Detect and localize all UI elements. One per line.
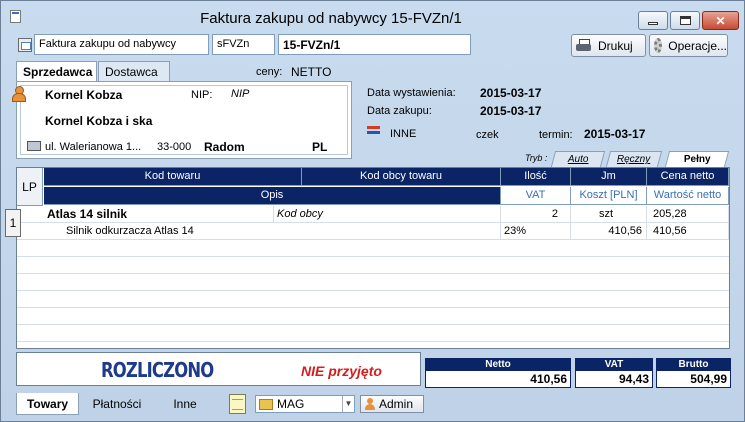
payment-method[interactable]: INNE <box>390 128 416 140</box>
grid-header-net-value[interactable]: Wartość netto <box>647 187 729 205</box>
maximize-button[interactable] <box>670 11 700 30</box>
notes-icon[interactable] <box>229 394 246 414</box>
payment-term-value[interactable]: 2015-03-17 <box>584 127 645 141</box>
seller-nip-value: NIP <box>231 88 250 100</box>
total-brutto: Brutto 504,99 <box>656 358 731 388</box>
table-row-detail[interactable]: Silnik odkurzacza Atlas 14 23% 410,56 41… <box>17 223 729 240</box>
document-type-field[interactable]: Faktura zakupu od nabywcy <box>34 34 209 55</box>
tab-seller[interactable]: Sprzedawca <box>16 61 97 82</box>
empty-row <box>17 308 729 325</box>
payment-flag-icon <box>367 126 380 136</box>
item-net-value: 410,56 <box>647 223 729 240</box>
minimize-icon <box>648 21 658 25</box>
window: Faktura zakupu od nabywcy 15-FVZn/1 ✕ Fa… <box>0 0 745 422</box>
item-quantity: 2 <box>501 206 571 223</box>
user-name: Admin <box>379 397 414 411</box>
empty-row <box>17 274 729 291</box>
purchase-date-label: Data zakupu: <box>367 105 432 117</box>
settled-stamp: ROZLICZONO <box>101 358 214 382</box>
total-brutto-value: 504,99 <box>690 372 727 386</box>
document-symbol-field[interactable]: sFVZn <box>212 34 275 55</box>
person-icon[interactable] <box>11 86 26 102</box>
seller-zip: 33-000 <box>157 141 192 153</box>
close-icon: ✕ <box>715 13 726 28</box>
chevron-down-icon[interactable]: ▼ <box>342 396 354 412</box>
item-unit: szt <box>571 206 647 223</box>
tab-payments[interactable]: Płatności <box>87 393 147 415</box>
issue-date-value[interactable]: 2015-03-17 <box>480 86 541 100</box>
tab-mode-auto[interactable]: Auto <box>550 151 606 167</box>
grid-header-foreign-code[interactable]: Kod obcy towaru <box>302 168 501 186</box>
seller-country: PL <box>312 140 328 154</box>
empty-row <box>17 257 729 274</box>
total-vat: VAT 94,43 <box>575 358 653 388</box>
item-vat: 23% <box>501 223 571 240</box>
print-button[interactable]: Drukuj <box>571 34 646 57</box>
operations-button-label: Operacje... <box>668 38 727 53</box>
seller-full-name: Kornel Kobza i ska <box>45 114 153 128</box>
grid-header-description[interactable]: Opis <box>44 187 501 205</box>
total-brutto-label: Brutto <box>657 359 730 371</box>
payment-term-label: termin: <box>539 129 573 141</box>
payment-type: czek <box>476 129 499 141</box>
item-net-price: 205,28 <box>647 206 729 223</box>
total-netto-label: Netto <box>426 359 570 371</box>
grid-header-cost[interactable]: Koszt [PLN] <box>571 187 647 205</box>
tab-mode-manual[interactable]: Ręczny <box>605 151 663 167</box>
tab-products[interactable]: Towary <box>16 393 79 415</box>
title-bar: Faktura zakupu od nabywcy 15-FVZn/1 ✕ <box>1 1 744 31</box>
table-row[interactable]: Atlas 14 silnik Kod obcy 2 szt 205,28 <box>17 206 729 223</box>
folder-icon <box>259 398 273 410</box>
grid-header-product-code[interactable]: Kod towaru <box>44 168 302 186</box>
gear-icon <box>654 38 663 53</box>
prices-value[interactable]: NETTO <box>291 65 331 79</box>
mode-label: Tryb : <box>525 153 548 163</box>
grid-header-lp: LP <box>17 168 43 206</box>
grid-header-quantity[interactable]: Ilość <box>501 168 571 186</box>
row-lp-cell[interactable]: 1 <box>5 209 21 237</box>
minimize-button[interactable] <box>638 11 668 30</box>
grid-header-unit[interactable]: Jm <box>571 168 647 186</box>
user-button[interactable]: Admin <box>360 395 424 413</box>
seller-nip-label: NIP: <box>191 89 213 101</box>
not-accepted-status: NIE przyjęto <box>301 363 382 379</box>
purchase-date-value[interactable]: 2015-03-17 <box>480 104 541 118</box>
total-vat-label: VAT <box>576 359 652 371</box>
item-cost: 410,56 <box>571 223 647 240</box>
warehouse-value: MAG <box>277 397 305 411</box>
item-foreign-code: Kod obcy <box>274 206 501 223</box>
grid-header-vat[interactable]: VAT <box>501 187 571 205</box>
seller-city: Radom <box>204 140 245 154</box>
tab-mode-full[interactable]: Pełny <box>664 151 730 167</box>
prices-label: ceny: <box>256 66 283 78</box>
document-number-field[interactable]: 15-FVZn/1 <box>278 34 471 55</box>
print-button-label: Drukuj <box>598 38 633 53</box>
grid-header: LP Kod towaru Kod obcy towaru Ilość Jm C… <box>17 168 729 206</box>
window-title: Faktura zakupu od nabywcy 15-FVZn/1 <box>200 10 462 27</box>
maximize-icon <box>679 16 691 25</box>
item-code: Atlas 14 silnik <box>44 206 274 223</box>
empty-row <box>17 291 729 308</box>
issue-date-label: Data wystawienia: <box>367 87 456 99</box>
empty-row <box>17 240 729 257</box>
total-netto-value: 410,56 <box>530 372 567 386</box>
seller-name: Kornel Kobza <box>45 88 123 102</box>
item-description: Silnik odkurzacza Atlas 14 <box>44 223 501 240</box>
total-vat-value: 94,43 <box>618 372 649 386</box>
document-type-icon[interactable] <box>18 38 32 52</box>
items-grid[interactable]: LP Kod towaru Kod obcy towaru Ilość Jm C… <box>16 167 730 349</box>
warehouse-select[interactable]: MAG ▼ <box>255 395 355 413</box>
tab-other[interactable]: Inne <box>166 393 204 415</box>
printer-icon <box>576 38 592 53</box>
tab-supplier[interactable]: Dostawca <box>98 61 170 81</box>
seller-street: ul. Walerianowa 1... <box>45 141 142 153</box>
address-card-icon <box>27 141 41 151</box>
user-icon <box>365 398 375 410</box>
close-button[interactable]: ✕ <box>702 11 739 30</box>
grid-header-net-price[interactable]: Cena netto <box>647 168 729 186</box>
total-netto: Netto 410,56 <box>425 358 571 388</box>
operations-button[interactable]: Operacje... <box>649 34 728 57</box>
empty-row <box>17 325 729 342</box>
